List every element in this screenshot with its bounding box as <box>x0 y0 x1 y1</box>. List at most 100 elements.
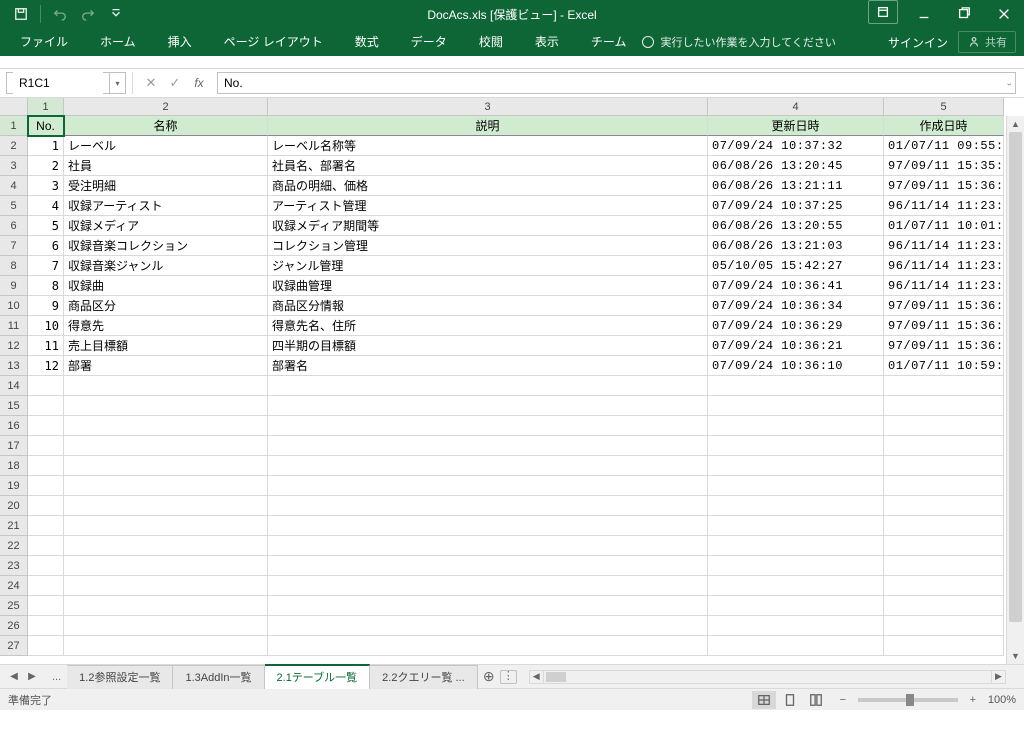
minimize-button[interactable] <box>904 0 944 28</box>
col-header-4[interactable]: 4 <box>708 98 884 116</box>
data-cell[interactable]: 06/08/26 13:20:45 <box>708 156 884 176</box>
data-cell[interactable] <box>884 596 1004 616</box>
data-cell[interactable] <box>884 576 1004 596</box>
data-cell[interactable]: 96/11/14 11:23: <box>884 236 1004 256</box>
name-box[interactable] <box>13 72 103 94</box>
data-cell[interactable] <box>64 396 268 416</box>
data-cell[interactable]: 1 <box>28 136 64 156</box>
vscroll-thumb[interactable] <box>1009 132 1022 622</box>
data-cell[interactable]: 07/09/24 10:37:25 <box>708 196 884 216</box>
data-cell[interactable]: 社員名、部署名 <box>268 156 708 176</box>
data-cell[interactable] <box>268 556 708 576</box>
data-cell[interactable]: 06/08/26 13:21:11 <box>708 176 884 196</box>
qat-customize-button[interactable] <box>103 2 129 26</box>
data-cell[interactable] <box>28 436 64 456</box>
data-cell[interactable]: 4 <box>28 196 64 216</box>
data-cell[interactable] <box>708 436 884 456</box>
tab-nav-next[interactable]: ▶ <box>24 669 40 685</box>
data-cell[interactable]: 07/09/24 10:36:10 <box>708 356 884 376</box>
hscroll-thumb[interactable] <box>546 672 566 682</box>
new-sheet-button[interactable]: ⊕ <box>478 668 500 685</box>
data-cell[interactable] <box>28 536 64 556</box>
sheet-tab[interactable]: 2.1テーブル一覧 <box>265 664 371 689</box>
tell-me-search[interactable]: 実行したい作業を入力してください <box>642 34 835 50</box>
sheet-tab[interactable]: 2.2クエリー覧 ... <box>370 665 478 689</box>
close-button[interactable] <box>984 0 1024 28</box>
data-cell[interactable]: 07/09/24 10:36:41 <box>708 276 884 296</box>
row-header-25[interactable]: 25 <box>0 596 28 616</box>
row-header-11[interactable]: 11 <box>0 316 28 336</box>
data-cell[interactable] <box>268 596 708 616</box>
zoom-in-button[interactable]: + <box>966 694 980 706</box>
scroll-up-arrow[interactable]: ▲ <box>1007 116 1024 132</box>
header-cell[interactable]: 更新日時 <box>708 116 884 136</box>
data-cell[interactable]: 5 <box>28 216 64 236</box>
data-cell[interactable] <box>268 536 708 556</box>
data-cell[interactable] <box>268 376 708 396</box>
row-header-22[interactable]: 22 <box>0 536 28 556</box>
expand-formula-bar-button[interactable]: ⌄ <box>1005 78 1013 89</box>
insert-function-button[interactable]: fx <box>187 72 211 94</box>
data-cell[interactable]: レーベル名称等 <box>268 136 708 156</box>
zoom-thumb[interactable] <box>906 694 914 706</box>
data-cell[interactable] <box>708 496 884 516</box>
row-header-2[interactable]: 2 <box>0 136 28 156</box>
data-cell[interactable]: 06/08/26 13:20:55 <box>708 216 884 236</box>
sign-in-link[interactable]: サインイン <box>888 34 948 51</box>
tab-overflow-menu[interactable]: ⋮ <box>500 670 517 684</box>
data-cell[interactable] <box>708 416 884 436</box>
data-cell[interactable] <box>884 616 1004 636</box>
data-cell[interactable] <box>708 616 884 636</box>
tab-review[interactable]: 校閲 <box>463 28 519 56</box>
data-cell[interactable]: 商品の明細、価格 <box>268 176 708 196</box>
data-cell[interactable] <box>28 496 64 516</box>
col-header-1[interactable]: 1 <box>28 98 64 116</box>
cancel-formula-button[interactable]: ✕ <box>139 72 163 94</box>
header-cell[interactable]: 名称 <box>64 116 268 136</box>
horizontal-scrollbar[interactable]: ◀ ▶ <box>529 670 1006 684</box>
scroll-down-arrow[interactable]: ▼ <box>1007 648 1024 664</box>
data-cell[interactable] <box>884 496 1004 516</box>
data-cell[interactable] <box>64 576 268 596</box>
row-header-5[interactable]: 5 <box>0 196 28 216</box>
row-header-26[interactable]: 26 <box>0 616 28 636</box>
data-cell[interactable] <box>28 616 64 636</box>
data-cell[interactable] <box>884 636 1004 656</box>
data-cell[interactable]: 05/10/05 15:42:27 <box>708 256 884 276</box>
data-cell[interactable]: 部署 <box>64 356 268 376</box>
redo-button[interactable] <box>75 2 101 26</box>
zoom-out-button[interactable]: − <box>836 694 850 706</box>
data-cell[interactable] <box>64 616 268 636</box>
data-cell[interactable]: 売上目標額 <box>64 336 268 356</box>
data-cell[interactable]: 96/11/14 11:23: <box>884 256 1004 276</box>
data-cell[interactable]: 収録メディア期間等 <box>268 216 708 236</box>
row-header-16[interactable]: 16 <box>0 416 28 436</box>
data-cell[interactable] <box>268 476 708 496</box>
data-cell[interactable]: 97/09/11 15:36: <box>884 336 1004 356</box>
data-cell[interactable] <box>708 556 884 576</box>
header-cell[interactable]: 作成日時 <box>884 116 1004 136</box>
name-box-dropdown[interactable]: ▾ <box>109 72 125 94</box>
tab-overflow-left[interactable]: ... <box>46 671 67 683</box>
data-cell[interactable] <box>708 576 884 596</box>
row-header-6[interactable]: 6 <box>0 216 28 236</box>
tab-insert[interactable]: 挿入 <box>152 28 208 56</box>
data-cell[interactable] <box>708 456 884 476</box>
col-header-5[interactable]: 5 <box>884 98 1004 116</box>
data-cell[interactable] <box>884 376 1004 396</box>
data-cell[interactable] <box>28 476 64 496</box>
data-cell[interactable] <box>268 396 708 416</box>
data-cell[interactable] <box>884 436 1004 456</box>
data-cell[interactable] <box>64 496 268 516</box>
data-cell[interactable] <box>708 596 884 616</box>
data-cell[interactable] <box>708 376 884 396</box>
share-button[interactable]: 共有 <box>958 31 1016 53</box>
header-cell[interactable]: 説明 <box>268 116 708 136</box>
row-header-8[interactable]: 8 <box>0 256 28 276</box>
tab-file[interactable]: ファイル <box>4 28 84 56</box>
tab-page-layout[interactable]: ページ レイアウト <box>208 28 339 56</box>
data-cell[interactable] <box>28 556 64 576</box>
data-cell[interactable]: 商品区分情報 <box>268 296 708 316</box>
normal-view-button[interactable] <box>752 691 776 709</box>
data-cell[interactable] <box>64 636 268 656</box>
